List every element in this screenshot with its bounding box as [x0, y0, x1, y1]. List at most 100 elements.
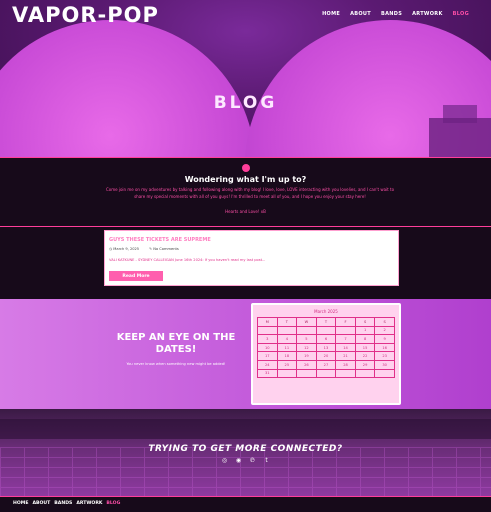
calendar-grid: M T W T F S S 1 2 3 4 5 6 7 8 9 10 11 12 13 14 15 16 17 18 19 20 21… — [257, 317, 395, 379]
connect-skyline — [0, 419, 491, 439]
calendar-weekday: T — [276, 317, 298, 327]
calendar-day[interactable]: 3 — [257, 334, 278, 344]
nav-item-blog[interactable]: BLOG — [453, 11, 469, 17]
calendar-day — [354, 368, 376, 379]
calendar-day[interactable]: 23 — [374, 351, 395, 361]
calendar-day — [257, 325, 278, 336]
calendar-day[interactable]: 1 — [354, 325, 376, 336]
discord-icon[interactable]: ◉ — [235, 457, 243, 464]
calendar-day[interactable]: 31 — [257, 368, 278, 379]
footer-link-home[interactable]: HOME — [13, 501, 28, 506]
post-card: GUYS THESE TICKETS ARE SUPREME ◷ March 9… — [104, 230, 399, 286]
calendar-day[interactable]: 13 — [315, 342, 337, 353]
calendar-week-row: 3456789 — [257, 334, 395, 344]
posts-section: GUYS THESE TICKETS ARE SUPREME ◷ March 9… — [0, 227, 491, 299]
calendar-day[interactable]: 20 — [315, 351, 337, 361]
intro-signoff: Hearts and Love! xB — [225, 209, 266, 214]
post-date-text: March 9, 2025 — [113, 247, 140, 251]
tumblr-icon[interactable]: t — [263, 457, 271, 464]
calendar-day[interactable]: 21 — [335, 351, 356, 361]
calendar-header-row: MTWTFSS — [257, 317, 395, 327]
dates-heading: KEEP AN EYE ON THE DATES! — [116, 332, 236, 355]
calendar-week-row: 12 — [257, 325, 395, 336]
calendar-day[interactable]: 30 — [374, 359, 395, 370]
nav-item-artwork[interactable]: ARTWORK — [412, 11, 443, 17]
calendar-day[interactable]: 17 — [257, 351, 278, 361]
calendar-day[interactable]: 19 — [296, 351, 317, 361]
calendar-day[interactable]: 5 — [296, 334, 317, 344]
calendar-day — [276, 368, 298, 379]
calendar-day[interactable]: 24 — [257, 359, 278, 370]
calendar-weekday: S — [374, 317, 395, 327]
footer-link-artwork[interactable]: ARTWORK — [76, 501, 102, 506]
calendar-day[interactable]: 4 — [276, 334, 298, 344]
calendar-day[interactable]: 14 — [335, 342, 356, 353]
calendar-month: March 2025 — [314, 309, 338, 314]
dates-subtext: You never know when something new might … — [126, 362, 226, 366]
pinterest-icon[interactable]: ℗ — [249, 457, 257, 464]
calendar-weekday: M — [257, 317, 278, 327]
calendar-day — [276, 325, 298, 336]
calendar-day[interactable]: 26 — [296, 359, 317, 370]
calendar-widget: March 2025 M T W T F S S 1 2 3 4 5 6 7 8 9 10 11 12 13 14 15 1… — [251, 303, 401, 405]
calendar-day[interactable]: 18 — [276, 351, 298, 361]
calendar-week-row: 31 — [257, 368, 395, 379]
calendar-day[interactable]: 25 — [276, 359, 298, 370]
calendar-day[interactable]: 29 — [354, 359, 376, 370]
footer-link-blog[interactable]: BLOG — [106, 501, 120, 506]
page-title: BLOG — [213, 93, 278, 113]
footer-link-bands[interactable]: BANDS — [54, 501, 72, 506]
read-more-button[interactable]: Read More — [109, 271, 163, 281]
instagram-icon[interactable]: ◎ — [221, 457, 229, 464]
calendar-day — [335, 325, 356, 336]
hero-section: VAPOR-POP HOME ABOUT BANDS ARTWORK BLOG … — [0, 0, 491, 157]
social-links: ◎ ◉ ℗ t — [0, 457, 491, 464]
calendar-week-row: 10 11 12 13 14 15 16 — [257, 342, 395, 353]
footer-link-about[interactable]: ABOUT — [32, 501, 50, 506]
calendar-day[interactable]: 27 — [315, 359, 337, 370]
hero-sun-left — [0, 20, 255, 157]
calendar-day[interactable]: 8 — [354, 334, 376, 344]
calendar-day[interactable]: 10 — [257, 342, 278, 353]
calendar-day — [296, 368, 317, 379]
calendar-day[interactable]: 6 — [315, 334, 337, 344]
intro-body: Come join me on my adventures by talking… — [105, 187, 395, 199]
calendar-day[interactable]: 9 — [374, 334, 395, 344]
calendar-day — [296, 325, 317, 336]
footer-nav: HOME ABOUT BANDS ARTWORK BLOG — [13, 501, 120, 506]
calendar-weekday: T — [315, 317, 337, 327]
calendar-week-row: 24 25 26 27 28 29 30 — [257, 359, 395, 370]
connect-grid — [0, 447, 491, 496]
calendar-day[interactable]: 11 — [276, 342, 298, 353]
post-comments[interactable]: ✎ No Comments — [149, 247, 179, 251]
calendar-day[interactable]: 7 — [335, 334, 356, 344]
calendar-day[interactable]: 12 — [296, 342, 317, 353]
post-date: ◷ March 9, 2025 — [109, 247, 139, 251]
post-title[interactable]: GUYS THESE TICKETS ARE SUPREME — [109, 237, 211, 243]
calendar-day[interactable]: 28 — [335, 359, 356, 370]
calendar-day[interactable]: 16 — [374, 342, 395, 353]
calendar-day[interactable]: 2 — [374, 325, 395, 336]
calendar-weekday: W — [296, 317, 317, 327]
calendar-day — [315, 368, 337, 379]
calendar-weekday: S — [354, 317, 376, 327]
nav-item-bands[interactable]: BANDS — [381, 11, 402, 17]
nav-item-about[interactable]: ABOUT — [350, 11, 371, 17]
heart-icon — [242, 164, 250, 172]
post-comments-text: No Comments — [153, 247, 179, 251]
nav-item-home[interactable]: HOME — [322, 11, 340, 17]
dates-section: KEEP AN EYE ON THE DATES! You never know… — [0, 299, 491, 409]
post-meta: ◷ March 9, 2025 ✎ No Comments — [109, 247, 179, 251]
intro-heading: Wondering what I'm up to? — [184, 175, 307, 184]
calendar-weekday: F — [335, 317, 356, 327]
site-logo[interactable]: VAPOR-POP — [12, 3, 159, 27]
calendar-day — [315, 325, 337, 336]
calendar-day[interactable]: 15 — [354, 342, 376, 353]
calendar-week-row: 17 18 19 20 21 22 23 — [257, 351, 395, 361]
calendar-day — [374, 368, 395, 379]
calendar-day[interactable]: 22 — [354, 351, 376, 361]
intro-section: Wondering what I'm up to? Come join me o… — [0, 157, 491, 227]
post-excerpt: VALI KATKUNE - SYDNEY CALLEIGAN June 16t… — [109, 258, 266, 262]
top-nav: HOME ABOUT BANDS ARTWORK BLOG — [322, 11, 469, 17]
connect-section: TRYING TO GET MORE CONNECTED? ◎ ◉ ℗ t — [0, 409, 491, 496]
